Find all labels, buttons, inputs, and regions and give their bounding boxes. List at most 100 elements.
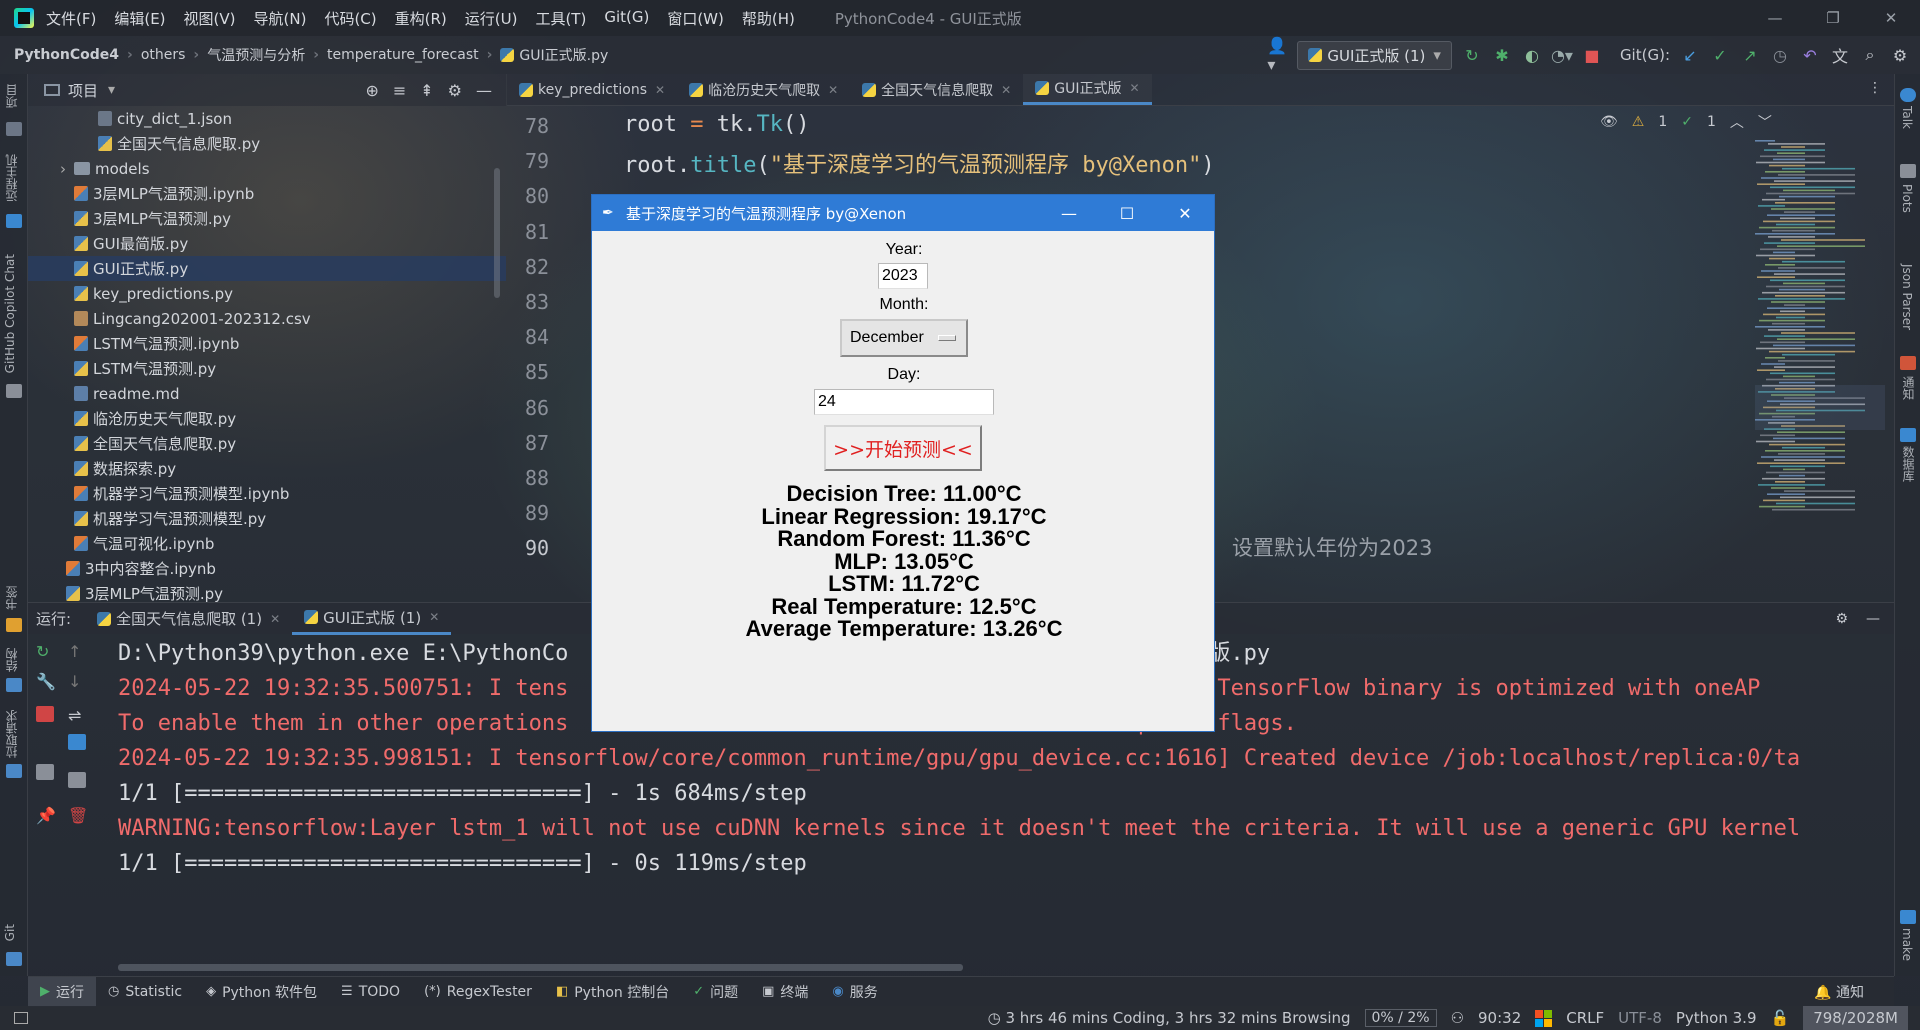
structure-icon[interactable]: [6, 678, 22, 692]
dialog-title-bar[interactable]: ✒ 基于深度学习的气温预测程序 by@Xenon — ☐ ✕: [592, 195, 1214, 231]
code-line-79[interactable]: root.title("基于深度学习的气温预测程序 by@Xenon"): [624, 147, 1215, 179]
tool-window-plots[interactable]: Plots: [1900, 184, 1914, 213]
restore-icon[interactable]: ❐: [1804, 0, 1862, 36]
folder-icon[interactable]: [6, 122, 22, 136]
stop-icon[interactable]: ■: [1582, 45, 1602, 65]
project-tree-item[interactable]: GUI正式版.py: [28, 256, 506, 281]
tool-window-pull-requests[interactable]: 拉取请求: [3, 710, 20, 758]
tool-window-button[interactable]: ◈ Python 软件包: [194, 977, 329, 1007]
wakatime-status[interactable]: ◷ 3 hrs 46 mins Coding, 3 hrs 32 mins Br…: [988, 1009, 1351, 1027]
project-tree-item[interactable]: 3中内容整合.ipynb: [28, 556, 506, 581]
hide-icon[interactable]: —: [476, 81, 492, 100]
run-tab[interactable]: GUI正式版 (1) ✕: [292, 603, 452, 635]
git-push-icon[interactable]: ↗: [1740, 45, 1760, 65]
close-icon[interactable]: ✕: [1156, 195, 1214, 231]
arrow-up-icon[interactable]: ↑: [68, 642, 86, 661]
chevron-down-icon[interactable]: ▾: [108, 82, 115, 98]
sync-icon[interactable]: ⚇: [1451, 1009, 1464, 1027]
code-minimap[interactable]: [1755, 140, 1885, 520]
tool-window-database[interactable]: 数据库: [1900, 446, 1917, 482]
toggle-panels-icon[interactable]: [14, 1012, 28, 1024]
breadcrumb-item[interactable]: 气温预测与分析: [207, 45, 305, 65]
project-tree-item[interactable]: key_predictions.py: [28, 281, 506, 306]
close-tab-icon[interactable]: ✕: [828, 83, 838, 97]
year-input[interactable]: 2023: [878, 263, 928, 289]
lock-icon[interactable]: 🔓: [1771, 1009, 1790, 1027]
close-tab-icon[interactable]: ✕: [270, 612, 280, 626]
start-prediction-button[interactable]: >>开始预测<<: [824, 425, 982, 471]
wrench-icon[interactable]: 🔧: [36, 672, 56, 691]
project-tree-item[interactable]: 全国天气信息爬取.py: [28, 431, 506, 456]
month-select[interactable]: December: [840, 319, 968, 357]
line-separator[interactable]: CRLF: [1566, 1009, 1604, 1027]
project-tree-item[interactable]: LSTM气温预测.ipynb: [28, 331, 506, 356]
talk-icon[interactable]: [1900, 88, 1916, 102]
menu-item[interactable]: 导航(N): [254, 8, 307, 29]
translate-icon[interactable]: 文: [1830, 45, 1850, 66]
gear-icon[interactable]: ⚙: [1890, 45, 1910, 65]
tool-window-git[interactable]: Git: [3, 924, 17, 941]
minimize-icon[interactable]: —: [1746, 0, 1804, 36]
close-tab-icon[interactable]: ✕: [429, 610, 439, 624]
maximize-icon[interactable]: ☐: [1098, 195, 1156, 231]
project-scrollbar[interactable]: [494, 168, 500, 298]
chevron-down-icon[interactable]: ﹀: [1758, 112, 1772, 132]
progress-indicator[interactable]: 0% / 2%: [1364, 1009, 1437, 1027]
trash-icon[interactable]: 🗑: [68, 806, 88, 825]
list-icon[interactable]: [6, 214, 22, 228]
project-tree-item[interactable]: 机器学习气温预测模型.ipynb: [28, 481, 506, 506]
tool-window-structure[interactable]: 结构: [3, 648, 20, 672]
python-interpreter[interactable]: Python 3.9: [1676, 1009, 1757, 1027]
run-config-selector[interactable]: GUI正式版 (1) ▾: [1297, 40, 1452, 70]
make-icon[interactable]: [1900, 910, 1916, 924]
editor-tab[interactable]: key_predictions ✕: [507, 74, 677, 105]
project-tree-item[interactable]: city_dict_1.json: [28, 106, 506, 131]
tool-window-copilot[interactable]: GitHub Copilot Chat: [3, 254, 17, 373]
tool-window-button[interactable]: ▶ 运行: [28, 976, 96, 1007]
project-tree-item[interactable]: GUI最简版.py: [28, 231, 506, 256]
menu-item[interactable]: 窗口(W): [667, 8, 724, 29]
tool-window-button[interactable]: ✓ 问题: [681, 977, 750, 1007]
reader-mode-icon[interactable]: 👁: [1600, 114, 1618, 130]
menu-item[interactable]: 帮助(H): [742, 8, 795, 29]
project-tree-item[interactable]: 3层MLP气温预测.ipynb: [28, 181, 506, 206]
scroll-to-end-icon[interactable]: [68, 734, 86, 750]
menu-item[interactable]: Git(G): [604, 8, 649, 29]
tool-window-button[interactable]: ◧ Python 控制台: [544, 977, 681, 1007]
arrow-down-icon[interactable]: ↓: [68, 672, 86, 691]
chevron-up-icon[interactable]: ︿: [1730, 112, 1744, 132]
editor-tab[interactable]: 临沧历史天气爬取 ✕: [677, 74, 850, 105]
history-icon[interactable]: ◷: [1770, 45, 1790, 65]
rerun-icon[interactable]: ↻: [1462, 45, 1482, 65]
locate-icon[interactable]: ⊕: [365, 81, 378, 100]
project-tree-item[interactable]: 气温可视化.ipynb: [28, 531, 506, 556]
file-encoding[interactable]: UTF-8: [1618, 1009, 1662, 1027]
chevron-right-icon[interactable]: ›: [60, 160, 66, 178]
close-tab-icon[interactable]: ✕: [1129, 81, 1139, 95]
project-tree-item[interactable]: 临沧历史天气爬取.py: [28, 406, 506, 431]
user-icon[interactable]: 👤▾: [1267, 36, 1287, 74]
tool-window-button[interactable]: ☰ TODO: [329, 977, 412, 1007]
pin-icon[interactable]: 📌: [36, 806, 56, 825]
gitee-icon[interactable]: [1900, 356, 1916, 370]
tool-window-bookmarks[interactable]: 书签: [3, 586, 20, 610]
project-tree-item[interactable]: readme.md: [28, 381, 506, 406]
project-tree-item[interactable]: › models: [28, 156, 506, 181]
bookmark-icon[interactable]: [6, 618, 22, 632]
rollback-icon[interactable]: ↶: [1800, 45, 1820, 65]
project-tree-item[interactable]: 机器学习气温预测模型.py: [28, 506, 506, 531]
run-tab[interactable]: 全国天气信息爬取 (1) ✕: [85, 603, 292, 635]
menu-item[interactable]: 运行(U): [465, 8, 518, 29]
more-tabs-icon[interactable]: ⋮: [1868, 80, 1882, 96]
git-update-icon[interactable]: ↙: [1680, 45, 1700, 65]
menu-item[interactable]: 文件(F): [46, 8, 96, 29]
tool-window-button[interactable]: (*) RegexTester: [412, 977, 544, 1007]
tool-window-gitee[interactable]: 通知: [1900, 376, 1917, 400]
menu-item[interactable]: 视图(V): [184, 8, 236, 29]
project-tree-item[interactable]: 3层MLP气温预测.py: [28, 206, 506, 231]
pull-request-icon[interactable]: [6, 764, 22, 778]
breadcrumb-item[interactable]: PythonCode4: [14, 47, 119, 63]
caret-position[interactable]: 90:32: [1478, 1009, 1521, 1027]
close-tab-icon[interactable]: ✕: [655, 83, 665, 97]
notifications-button[interactable]: 🔔 通知: [1814, 982, 1864, 1002]
